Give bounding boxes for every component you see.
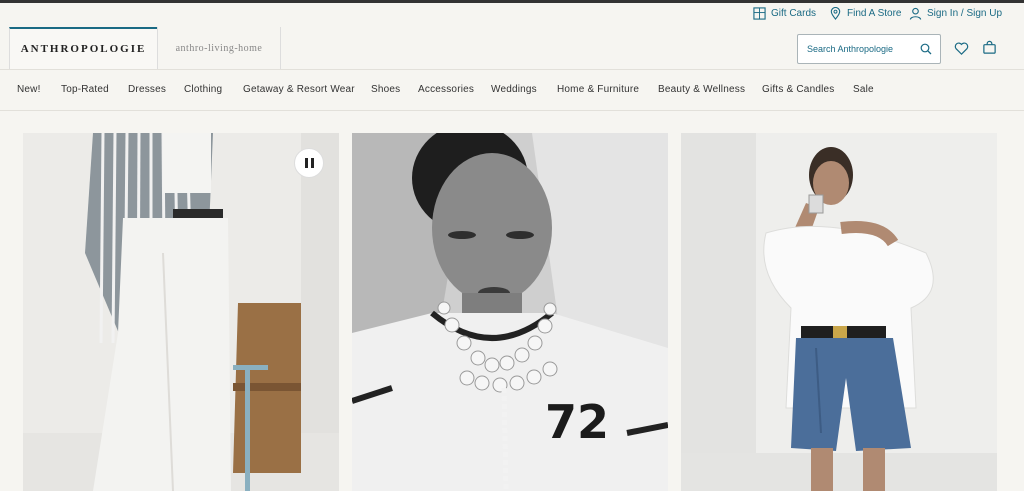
bag-icon[interactable]: [982, 40, 997, 55]
main-nav: New! Top-Rated Dresses Clothing Getaway …: [0, 70, 1024, 110]
pause-icon-bar: [310, 158, 314, 168]
jersey-number: 72: [545, 395, 609, 449]
heart-icon[interactable]: [954, 41, 969, 56]
nav-item-home-furniture[interactable]: Home & Furniture: [557, 84, 639, 95]
find-store-label: Find A Store: [847, 8, 902, 19]
site-header: ANTHROPOLOGIE anthro-living-home Search …: [0, 27, 1024, 69]
hero-image-2[interactable]: 72: [352, 133, 668, 491]
search-placeholder: Search Anthropologie: [807, 44, 894, 54]
nav-item-top-rated[interactable]: Top-Rated: [61, 84, 109, 95]
nav-item-beauty-wellness[interactable]: Beauty & Wellness: [658, 84, 745, 95]
hero-image-3-graphic: [681, 133, 997, 491]
hero-image-2-graphic: 72: [352, 133, 668, 491]
hero-image-3[interactable]: [681, 133, 997, 491]
find-store-link[interactable]: Find A Store: [829, 7, 901, 20]
hero-image-1-graphic: [23, 133, 339, 491]
anthro-living-home-logo[interactable]: anthro-living-home: [157, 27, 281, 69]
nav-item-gifts-candles[interactable]: Gifts & Candles: [762, 84, 834, 95]
sign-in-label: Sign In / Sign Up: [927, 8, 1003, 19]
sign-in-link[interactable]: Sign In / Sign Up: [909, 7, 1002, 20]
pause-icon: [304, 158, 308, 168]
utility-bar: Gift Cards Find A Store Sign In / Sign U…: [0, 3, 1024, 27]
nav-item-sale[interactable]: Sale: [853, 84, 874, 95]
gift-card-icon: [753, 7, 766, 20]
nav-item-clothing[interactable]: Clothing: [184, 84, 222, 95]
nav-item-accessories[interactable]: Accessories: [418, 84, 474, 95]
nav-item-shoes[interactable]: Shoes: [371, 84, 400, 95]
hero-image-1[interactable]: [23, 133, 339, 491]
user-icon: [909, 7, 922, 20]
location-pin-icon: [830, 7, 841, 20]
pause-button[interactable]: [294, 148, 324, 178]
nav-item-getaway-resort-wear[interactable]: Getaway & Resort Wear: [243, 84, 355, 95]
nav-divider: [0, 110, 1024, 111]
search-icon[interactable]: [920, 43, 932, 55]
nav-item-new[interactable]: New!: [17, 84, 41, 95]
anthropologie-logo[interactable]: ANTHROPOLOGIE: [9, 27, 157, 69]
nav-item-weddings[interactable]: Weddings: [491, 84, 537, 95]
gift-cards-link[interactable]: Gift Cards: [753, 7, 816, 20]
search-input[interactable]: Search Anthropologie: [797, 34, 941, 64]
nav-item-dresses[interactable]: Dresses: [128, 84, 166, 95]
gift-cards-label: Gift Cards: [771, 8, 817, 19]
